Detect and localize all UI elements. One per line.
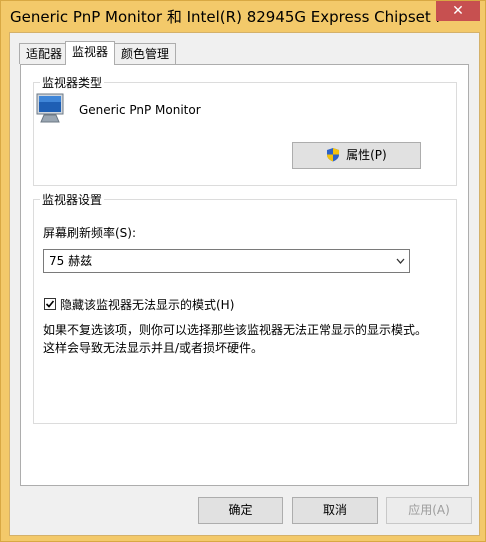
tab-adapter-label: 适配器	[26, 47, 63, 61]
hide-modes-label[interactable]: 隐藏该监视器无法显示的模式(H)	[60, 296, 234, 313]
ok-button[interactable]: 确定	[198, 497, 283, 524]
cancel-button-label: 取消	[322, 503, 347, 517]
chevron-down-icon	[396, 258, 405, 264]
hide-modes-checkbox[interactable]	[44, 298, 56, 310]
warning-text: 如果不复选该项，则你可以选择那些该监视器无法正常显示的显示模式。 这样会导致无法…	[43, 321, 453, 357]
title-bar[interactable]: Generic PnP Monitor 和 Intel(R) 82945G Ex…	[1, 1, 485, 31]
properties-button-label: 属性(P)	[346, 148, 387, 162]
dialog-window: Generic PnP Monitor 和 Intel(R) 82945G Ex…	[0, 0, 486, 542]
refresh-rate-value: 75 赫兹	[49, 254, 93, 268]
tab-monitor[interactable]: 监视器	[65, 41, 116, 65]
apply-button[interactable]: 应用(A)	[386, 497, 472, 524]
apply-button-label: 应用(A)	[408, 503, 450, 517]
monitor-settings-group-label: 监视器设置	[40, 191, 105, 208]
dialog-client-area: 适配器 监视器 颜色管理 监视器类型 Generic PnP Monitor 属…	[9, 32, 480, 536]
window-title: Generic PnP Monitor 和 Intel(R) 82945G Ex…	[10, 8, 440, 26]
checkmark-icon	[45, 300, 55, 308]
ok-button-label: 确定	[228, 503, 253, 517]
monitor-icon	[36, 93, 64, 123]
cancel-button[interactable]: 取消	[292, 497, 378, 524]
warning-line-1: 如果不复选该项，则你可以选择那些该监视器无法正常显示的显示模式。	[43, 323, 428, 337]
refresh-rate-select[interactable]: 75 赫兹	[43, 249, 410, 273]
tab-monitor-label: 监视器	[72, 45, 109, 59]
properties-button[interactable]: 属性(P)	[292, 142, 421, 169]
monitor-type-group: 监视器类型 Generic PnP Monitor 属性(P)	[33, 74, 457, 186]
close-button[interactable]: ✕	[436, 1, 480, 21]
monitor-device-name: Generic PnP Monitor	[79, 103, 201, 117]
close-icon: ✕	[452, 3, 464, 19]
uac-shield-icon	[327, 148, 340, 162]
warning-line-2: 这样会导致无法显示并且/或者损坏硬件。	[43, 341, 264, 355]
monitor-settings-group: 监视器设置 屏幕刷新频率(S): 75 赫兹 隐藏该监视器无法显示的模式(H) …	[33, 191, 457, 424]
tab-panel-monitor: 监视器类型 Generic PnP Monitor 属性(P) 监视器设置 屏幕…	[20, 64, 469, 486]
tab-color-management-label: 颜色管理	[121, 47, 170, 61]
tab-adapter[interactable]: 适配器	[19, 43, 70, 64]
tab-color-management[interactable]: 颜色管理	[114, 43, 177, 64]
monitor-type-group-label: 监视器类型	[40, 74, 105, 91]
refresh-rate-label: 屏幕刷新频率(S):	[43, 226, 137, 240]
